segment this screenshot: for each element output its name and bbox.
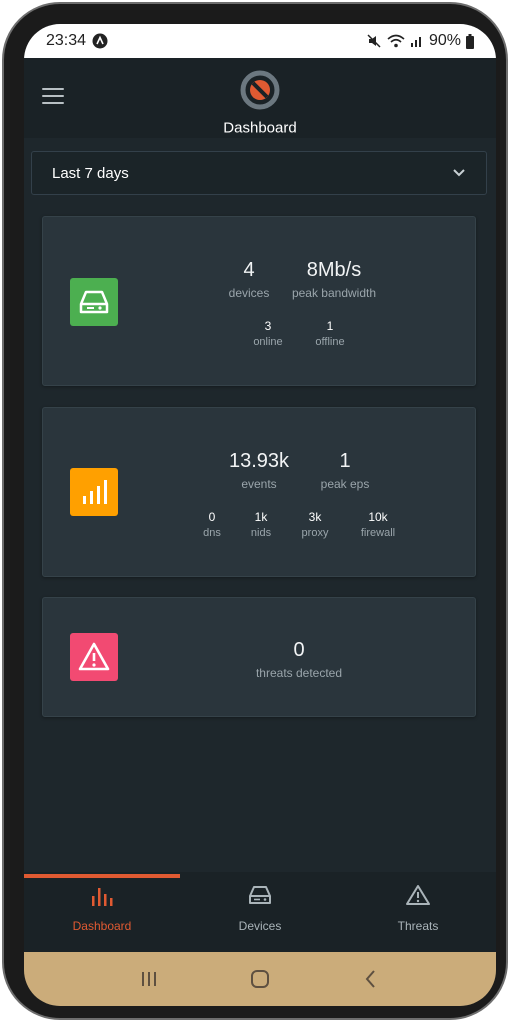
status-bar: 23:34 90% <box>24 24 496 58</box>
online-value: 3 <box>264 319 272 333</box>
peak-eps-value: 1 <box>339 450 351 472</box>
bar-chart-icon <box>70 468 118 516</box>
nids-stat: 1k nids <box>241 510 281 539</box>
nav-threats-label: Threats <box>397 919 439 933</box>
battery-icon <box>466 33 474 49</box>
proxy-label: proxy <box>301 527 329 539</box>
devices-card[interactable]: 4 devices 8Mb/s peak bandwidth 3 online … <box>42 216 476 386</box>
events-value: 13.93k <box>228 450 290 472</box>
devices-value: 4 <box>243 259 255 281</box>
threats-label: threats detected <box>255 666 343 680</box>
events-label: events <box>241 477 277 491</box>
page-title: Dashboard <box>223 119 297 137</box>
bandwidth-value: 8Mb/s <box>306 259 362 281</box>
server-drive-icon <box>70 278 118 326</box>
offline-label: offline <box>315 336 345 348</box>
events-stat: 13.93k events <box>219 450 299 491</box>
bandwidth-label: peak bandwidth <box>291 286 377 300</box>
date-range-select[interactable]: Last 7 days <box>31 151 487 195</box>
wifi-icon <box>387 33 405 49</box>
phone-frame: 23:34 90% Dashboard Last 7 days 4 device… <box>2 2 508 1020</box>
firewall-stat: 10k firewall <box>350 510 406 539</box>
active-tab-indicator <box>24 874 180 878</box>
app-notification-icon <box>92 33 108 49</box>
back-icon[interactable] <box>351 959 391 999</box>
home-icon[interactable] <box>240 959 280 999</box>
date-range-value: Last 7 days <box>52 164 129 182</box>
warning-triangle-icon <box>405 884 431 911</box>
chevron-down-icon <box>452 165 466 182</box>
system-navigation-bar <box>24 952 496 1006</box>
proxy-stat: 3k proxy <box>293 510 337 539</box>
status-time: 23:34 <box>46 32 87 49</box>
bottom-navigation: Dashboard Devices Threats <box>24 872 496 952</box>
nav-devices[interactable]: Devices <box>182 884 338 948</box>
server-drive-icon <box>248 884 272 911</box>
nids-label: nids <box>250 527 272 539</box>
dns-stat: 0 dns <box>192 510 232 539</box>
threats-value: 0 <box>293 639 305 661</box>
offline-value: 1 <box>326 319 334 333</box>
nav-devices-label: Devices <box>238 919 282 933</box>
devices-stat: 4 devices <box>219 259 279 300</box>
screen: 23:34 90% Dashboard Last 7 days 4 device… <box>24 24 496 1006</box>
dns-label: dns <box>203 527 221 539</box>
nav-dashboard-label: Dashboard <box>72 919 132 933</box>
hamburger-menu-icon[interactable] <box>42 88 64 106</box>
devices-label: devices <box>228 286 270 300</box>
proxy-value: 3k <box>308 510 322 524</box>
bar-chart-icon <box>90 884 114 911</box>
app-logo <box>240 70 280 110</box>
online-label: online <box>253 336 283 348</box>
battery-percent: 90% <box>428 32 461 49</box>
warning-triangle-icon <box>70 633 118 681</box>
offline-stat: 1 offline <box>305 319 355 348</box>
recents-icon[interactable] <box>129 959 169 999</box>
threats-card[interactable]: 0 threats detected <box>42 597 476 717</box>
events-card[interactable]: 13.93k events 1 peak eps 0 dns 1k nids 3… <box>42 407 476 577</box>
signal-icon <box>410 34 424 48</box>
bandwidth-stat: 8Mb/s peak bandwidth <box>279 259 389 300</box>
nids-value: 1k <box>254 510 268 524</box>
dns-value: 0 <box>208 510 216 524</box>
peak-eps-label: peak eps <box>320 477 370 491</box>
firewall-label: firewall <box>360 527 396 539</box>
firewall-value: 10k <box>368 510 388 524</box>
threats-stat: 0 threats detected <box>239 639 359 680</box>
mute-icon <box>366 33 382 49</box>
nav-threats[interactable]: Threats <box>340 884 496 948</box>
peak-eps-stat: 1 peak eps <box>305 450 385 491</box>
app-header: Dashboard <box>24 58 496 138</box>
nav-dashboard[interactable]: Dashboard <box>24 884 180 948</box>
online-stat: 3 online <box>243 319 293 348</box>
